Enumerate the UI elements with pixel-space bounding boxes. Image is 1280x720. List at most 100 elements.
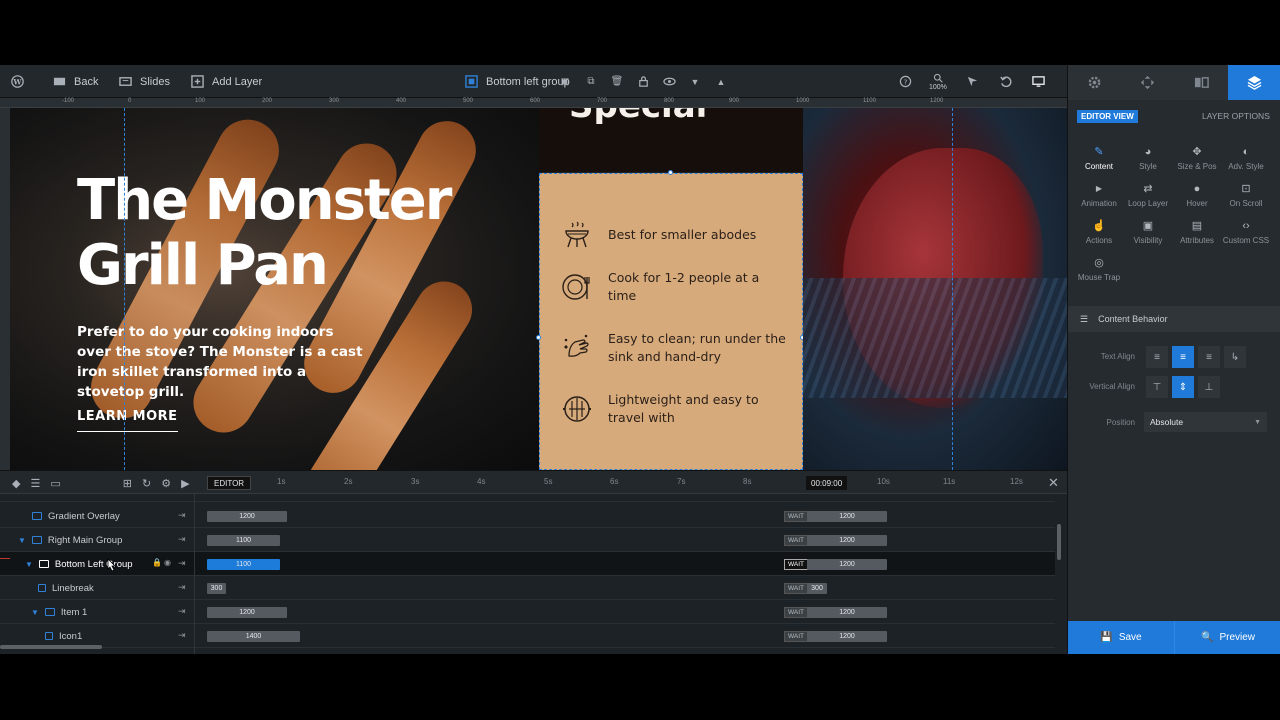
save-button[interactable]: 💾 Save [1068, 621, 1174, 654]
end-bar[interactable]: 1200 [807, 631, 887, 642]
table-row[interactable]: Gradient Overlay ⇥ 1200 WAIT 1200 [0, 504, 1055, 528]
delete-icon[interactable]: 🗑 [610, 75, 624, 89]
add-layer-button[interactable]: Add Layer [190, 65, 262, 98]
tab-layer-settings[interactable] [1227, 65, 1280, 100]
layers-icon[interactable]: ◆ [12, 477, 20, 490]
option-attributes[interactable]: ▤ Attributes [1171, 219, 1223, 245]
resize-handle[interactable] [536, 335, 541, 340]
option-on-scroll[interactable]: ⊡ On Scroll [1220, 182, 1272, 208]
option-loop-layer[interactable]: ⇄ Loop Layer [1122, 182, 1174, 208]
bottom-left-group[interactable]: Best for smaller abodes Cook for 1-2 peo… [539, 173, 803, 470]
layer-settings-icon[interactable]: ▣ [558, 75, 572, 89]
caret-down-icon[interactable]: ▼ [25, 560, 33, 569]
slide-canvas[interactable]: The Monster Grill Pan Prefer to do your … [10, 108, 1067, 470]
eye-icon[interactable]: ◉ [164, 558, 171, 567]
enter-icon[interactable]: ⇥ [178, 534, 186, 545]
feature-item[interactable]: Cook for 1-2 people at a time [560, 269, 790, 305]
wait-badge[interactable]: WAIT [784, 607, 809, 618]
tab-slider-settings[interactable] [1068, 65, 1121, 100]
layer-options-label[interactable]: LAYER OPTIONS [1202, 111, 1270, 121]
slides-button[interactable]: Slides [118, 65, 170, 98]
lock-icon[interactable]: 🔒 [152, 558, 162, 567]
close-icon[interactable]: ✕ [1048, 475, 1059, 491]
move-up-icon[interactable]: ▲ [714, 75, 728, 89]
back-button[interactable]: Back [52, 65, 98, 98]
settings-icon[interactable]: ⚙ [161, 477, 171, 490]
list-icon[interactable]: ☰ [30, 477, 40, 490]
duplicate-icon[interactable]: ⧉ [584, 75, 598, 89]
selected-layer-control[interactable]: Bottom left group [464, 65, 570, 98]
duration-bar[interactable]: 1200 [207, 511, 287, 522]
horizontal-scrollbar[interactable] [0, 645, 102, 649]
play-icon[interactable]: ▶ [181, 477, 189, 490]
wait-badge[interactable]: WAIT [784, 559, 809, 570]
feature-item[interactable]: Easy to clean; run under the sink and ha… [560, 330, 790, 366]
wait-badge[interactable]: WAIT [784, 631, 809, 642]
table-row[interactable]: ▼ Bottom Left Group 🔒 ◉ ⇥ 1100 WAIT 1200 [0, 552, 1055, 576]
option-actions[interactable]: ☝ Actions [1073, 219, 1125, 245]
end-bar[interactable]: 1200 [807, 607, 887, 618]
option-hover[interactable]: ● Hover [1171, 182, 1223, 208]
content-behavior-header[interactable]: ☰ Content Behavior [1068, 306, 1280, 332]
align-center-button[interactable]: ≡ [1172, 346, 1194, 368]
duration-bar[interactable]: 1100 [207, 535, 280, 546]
resize-handle[interactable] [668, 170, 673, 175]
tab-slide-settings[interactable] [1175, 65, 1228, 100]
grid-icon[interactable]: ⊞ [123, 477, 132, 490]
table-row[interactable]: Icon1 ⇥ 1400 WAIT 1200 [0, 624, 1055, 648]
editor-marker[interactable]: EDITOR [207, 476, 252, 490]
move-down-icon[interactable]: ▼ [688, 75, 702, 89]
position-select[interactable]: Absolute ▼ [1144, 412, 1267, 432]
enter-icon[interactable]: ⇥ [178, 606, 186, 617]
table-row[interactable] [0, 494, 1055, 502]
option-style[interactable]: ◕ Style [1122, 145, 1174, 171]
align-reset-button[interactable]: ↳ [1224, 346, 1246, 368]
end-bar[interactable]: 1200 [807, 511, 887, 522]
end-bar[interactable]: 300 [807, 583, 827, 594]
zoom-control[interactable]: 100% [929, 65, 947, 98]
learn-more-link[interactable]: LEARN MORE [77, 409, 178, 432]
vertical-scrollbar[interactable] [1057, 524, 1061, 560]
option-visibility[interactable]: ▣ Visibility [1122, 219, 1174, 245]
end-bar[interactable]: 1200 [807, 535, 887, 546]
loop-icon[interactable]: ↻ [142, 477, 151, 490]
wordpress-logo-button[interactable]: W [10, 65, 24, 98]
playhead-time[interactable]: 00:09:00 [806, 476, 848, 490]
feature-item[interactable]: Best for smaller abodes [560, 218, 790, 252]
duration-bar[interactable]: 1200 [207, 607, 287, 618]
align-bottom-button[interactable]: ⊥ [1198, 376, 1220, 398]
special-heading-block[interactable]: Special [539, 108, 803, 172]
option-custom-css[interactable]: ‹› Custom CSS [1220, 219, 1272, 245]
cursor-tool-button[interactable] [965, 65, 979, 98]
duration-bar[interactable]: 1400 [207, 631, 300, 642]
enter-icon[interactable]: ⇥ [178, 558, 186, 569]
caret-down-icon[interactable]: ▼ [31, 608, 39, 617]
align-left-button[interactable]: ≡ [1146, 346, 1168, 368]
wait-badge[interactable]: WAIT [784, 535, 809, 546]
hero-title[interactable]: The Monster Grill Pan [77, 168, 457, 298]
option-content[interactable]: ✎ Content [1073, 145, 1125, 171]
feature-item[interactable]: Lightweight and easy to travel with [560, 391, 790, 427]
align-right-button[interactable]: ≡ [1198, 346, 1220, 368]
align-top-button[interactable]: ⊤ [1146, 376, 1168, 398]
align-middle-button[interactable]: ⇕ [1172, 376, 1194, 398]
folder-icon[interactable]: ▭ [50, 477, 60, 490]
end-bar[interactable]: 1200 [807, 559, 887, 570]
hero-paragraph[interactable]: Prefer to do your cooking indoors over t… [77, 322, 367, 402]
option-adv-style[interactable]: ◐ Adv. Style [1220, 145, 1272, 171]
device-desktop-button[interactable] [1031, 65, 1045, 98]
preview-button[interactable]: 🔍 Preview [1174, 621, 1280, 654]
wait-badge[interactable]: WAIT [784, 511, 809, 522]
option-size-pos[interactable]: ✥ Size & Pos [1171, 145, 1223, 171]
option-mouse-trap[interactable]: ◎ Mouse Trap [1073, 256, 1125, 282]
table-row[interactable]: ▼ Item 1 ⇥ 1200 WAIT 1200 [0, 600, 1055, 624]
help-button[interactable]: ? [898, 65, 912, 98]
table-row[interactable]: ▼ Right Main Group ⇥ 1100 WAIT 1200 [0, 528, 1055, 552]
option-animation[interactable]: ▶ Animation [1073, 182, 1125, 208]
wait-badge[interactable]: WAIT [784, 583, 809, 594]
duration-bar[interactable]: 1100 [207, 559, 280, 570]
duration-bar[interactable]: 300 [207, 583, 226, 594]
editor-view-badge[interactable]: EDITOR VIEW [1077, 110, 1138, 123]
lock-icon[interactable] [636, 75, 650, 89]
enter-icon[interactable]: ⇥ [178, 630, 186, 641]
